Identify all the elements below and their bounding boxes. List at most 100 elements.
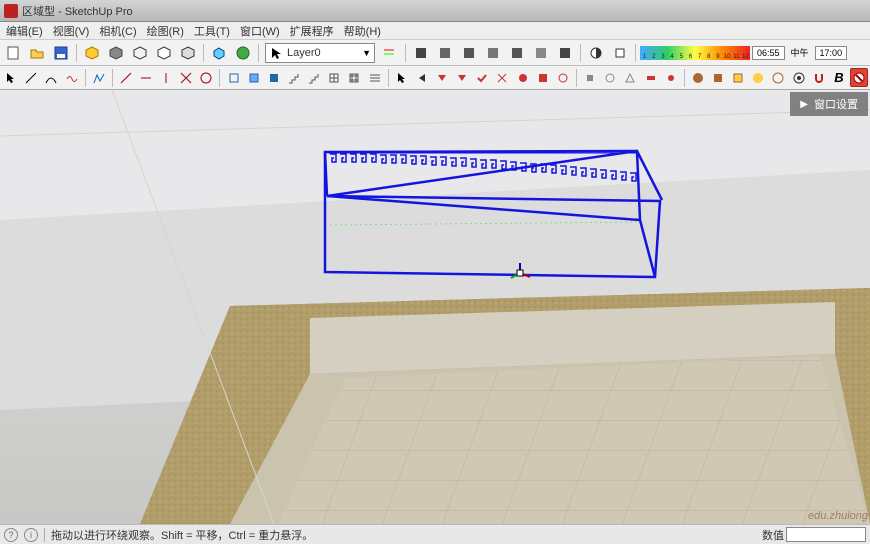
cube-hidden-button[interactable] [153, 42, 175, 64]
watermark-text: edu.zhulong [808, 510, 868, 522]
info-icon[interactable]: i [24, 528, 38, 542]
arrow-left-button[interactable] [413, 68, 431, 87]
cube-gold-button[interactable] [81, 42, 103, 64]
stop-button[interactable] [850, 68, 868, 87]
separator [85, 69, 86, 87]
settings-gear-button[interactable] [790, 68, 808, 87]
cube-wireframe-button[interactable] [129, 42, 151, 64]
edit-line-3-button[interactable] [157, 68, 175, 87]
lattice-button[interactable] [366, 68, 384, 87]
separator [203, 44, 204, 62]
ext-1-button[interactable] [581, 68, 599, 87]
separator [258, 44, 259, 62]
dropdown-arrow-icon: ▼ [362, 48, 371, 58]
cube-5-button[interactable] [506, 42, 528, 64]
render-4-button[interactable] [749, 68, 767, 87]
toolbar-row-1: Layer0 ▼ 123456789101112 06:55 中午 17:00 [0, 40, 870, 66]
char-b-button[interactable]: B [830, 68, 848, 87]
separator [635, 44, 636, 62]
paint-1-button[interactable] [493, 68, 511, 87]
date-slider[interactable]: 123456789101112 [640, 46, 750, 60]
edit-line-5-button[interactable] [197, 68, 215, 87]
iso-view-button[interactable] [208, 42, 230, 64]
file-open-button[interactable] [26, 42, 48, 64]
layer-manager-button[interactable] [379, 42, 401, 64]
freehand-tool-button[interactable] [62, 68, 80, 87]
globe-button[interactable] [232, 42, 254, 64]
menu-extensions[interactable]: 扩展程序 [286, 22, 338, 40]
statusbar: ? i 拖动以进行环绕观察。Shift = 平移，Ctrl = 重力悬浮。 数值 [0, 524, 870, 544]
render-2-button[interactable] [709, 68, 727, 87]
menu-window[interactable]: 窗口(W) [236, 22, 284, 40]
app-icon [4, 4, 18, 18]
dimension-label: 数值 [762, 527, 784, 543]
arrow-right-icon: ▶ [800, 99, 808, 110]
cube-shaded-button[interactable] [177, 42, 199, 64]
edit-line-2-button[interactable] [137, 68, 155, 87]
render-3-button[interactable] [729, 68, 747, 87]
time-slider[interactable]: 06:55 中午 17:00 [752, 46, 847, 60]
menu-edit[interactable]: 编辑(E) [2, 22, 47, 40]
ext-5-button[interactable] [662, 68, 680, 87]
arc-tool-button[interactable] [42, 68, 60, 87]
viewport-3d[interactable]: ▶ 窗口设置 [0, 90, 870, 524]
menu-tools[interactable]: 工具(T) [190, 22, 234, 40]
edit-line-4-button[interactable] [177, 68, 195, 87]
cube-2-button[interactable] [434, 42, 456, 64]
shape-1-button[interactable] [224, 68, 242, 87]
window-settings-button[interactable]: ▶ 窗口设置 [790, 92, 868, 116]
menu-camera[interactable]: 相机(C) [95, 22, 140, 40]
menu-help[interactable]: 帮助(H) [340, 22, 385, 40]
cube-3-button[interactable] [458, 42, 480, 64]
shape-2-button[interactable] [245, 68, 263, 87]
line-tool-button[interactable] [22, 68, 40, 87]
help-icon[interactable]: ? [4, 528, 18, 542]
cursor-icon [269, 46, 283, 60]
scene-content [0, 90, 870, 524]
grid-2-button[interactable] [345, 68, 363, 87]
select-tool-button[interactable] [2, 68, 20, 87]
check-button[interactable] [473, 68, 491, 87]
ext-4-button[interactable] [641, 68, 659, 87]
polyline-tool-button[interactable] [90, 68, 108, 87]
separator [112, 69, 113, 87]
titlebar: 区域型 - SketchUp Pro [0, 0, 870, 22]
separator [576, 69, 577, 87]
window-settings-label: 窗口设置 [814, 96, 858, 112]
separator [580, 44, 581, 62]
paint-3-button[interactable] [534, 68, 552, 87]
separator [405, 44, 406, 62]
shadow-toggle-button[interactable] [585, 42, 607, 64]
stairs-1-button[interactable] [285, 68, 303, 87]
stairs-2-button[interactable] [305, 68, 323, 87]
paint-2-button[interactable] [514, 68, 532, 87]
file-new-button[interactable] [2, 42, 24, 64]
status-hint: 拖动以进行环绕观察。Shift = 平移，Ctrl = 重力悬浮。 [51, 527, 313, 543]
cube-pattern-button[interactable] [105, 42, 127, 64]
ext-2-button[interactable] [601, 68, 619, 87]
shape-3-button[interactable] [265, 68, 283, 87]
cube-7-button[interactable] [554, 42, 576, 64]
shadow-settings-button[interactable] [609, 42, 631, 64]
grid-1-button[interactable] [325, 68, 343, 87]
time-mid-label: 中午 [791, 46, 809, 59]
layer-select[interactable]: Layer0 ▼ [265, 43, 375, 63]
render-1-button[interactable] [689, 68, 707, 87]
render-5-button[interactable] [769, 68, 787, 87]
arrow-down-1-button[interactable] [433, 68, 451, 87]
file-save-button[interactable] [50, 42, 72, 64]
separator [76, 44, 77, 62]
paint-4-button[interactable] [554, 68, 572, 87]
ext-3-button[interactable] [621, 68, 639, 87]
magnet-button[interactable] [810, 68, 828, 87]
cube-4-button[interactable] [482, 42, 504, 64]
arrow-down-2-button[interactable] [453, 68, 471, 87]
cube-6-button[interactable] [530, 42, 552, 64]
dimension-input[interactable] [786, 527, 866, 542]
edit-line-1-button[interactable] [117, 68, 135, 87]
layer-name: Layer0 [287, 47, 321, 59]
menu-view[interactable]: 视图(V) [49, 22, 94, 40]
cursor-tool-button[interactable] [393, 68, 411, 87]
cube-1-button[interactable] [410, 42, 432, 64]
menu-draw[interactable]: 绘图(R) [143, 22, 188, 40]
